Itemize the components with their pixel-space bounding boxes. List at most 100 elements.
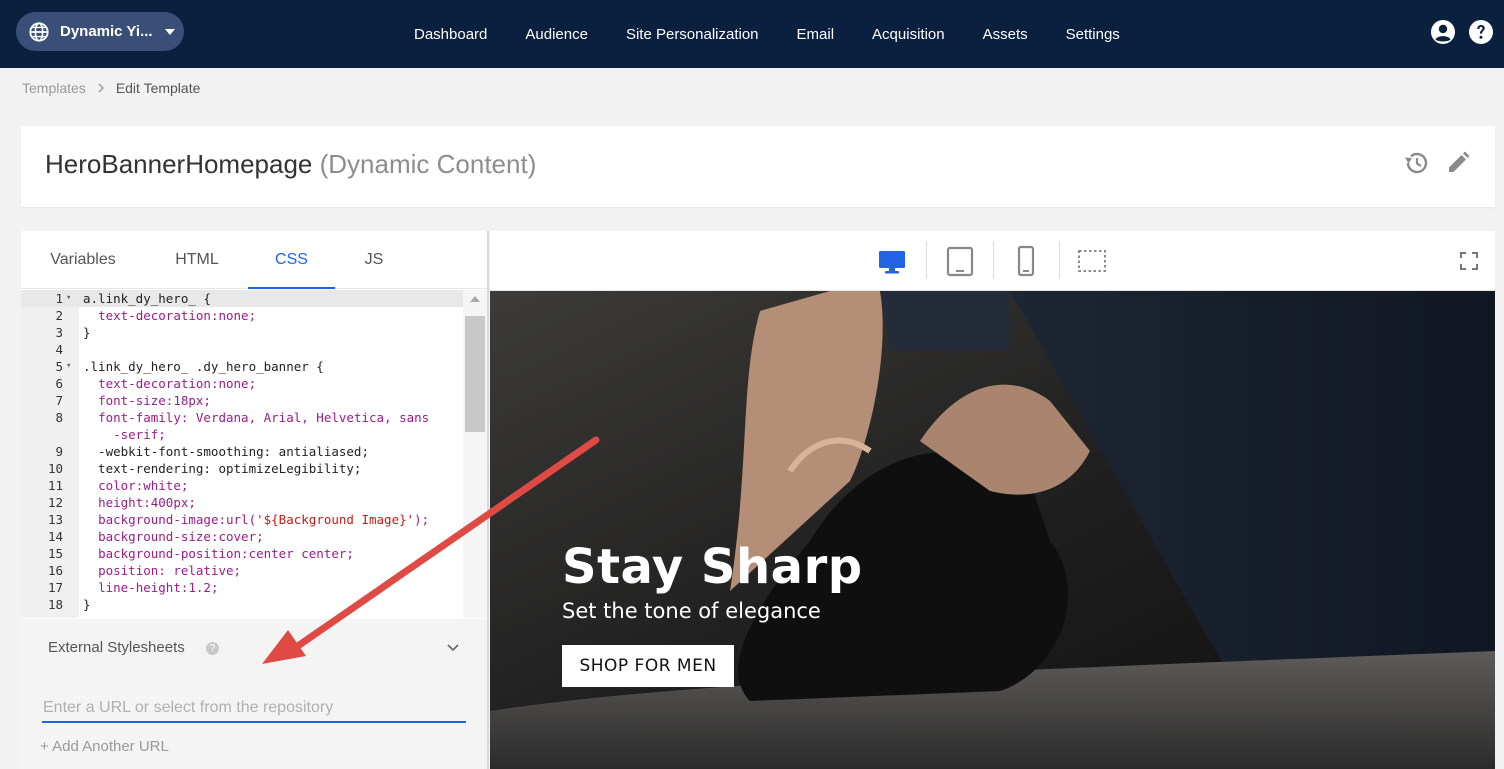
line-number: 6 (55, 376, 63, 391)
editor-scrollbar[interactable] (463, 290, 487, 618)
template-header: HeroBannerHomepage (Dynamic Content) (21, 126, 1495, 207)
code-editor-panel: Variables HTML CSS JS 1 ▾ a.link_dy_hero_ … (21, 231, 489, 769)
code-text: height:400px; (98, 495, 196, 510)
code-text: font-size:18px; (98, 393, 211, 408)
code-text: text-rendering: optimizeLegibility; (83, 461, 362, 476)
template-name: HeroBannerHomepage (45, 149, 313, 179)
template-type: (Dynamic Content) (319, 149, 537, 179)
code-text: background-position:center center; (98, 546, 354, 561)
code-line[interactable]: 11 color:white; (21, 477, 463, 494)
mobile-icon[interactable] (1010, 245, 1042, 277)
code-line[interactable]: 17 line-height:1.2; (21, 579, 463, 596)
tab-js[interactable]: JS (351, 231, 397, 289)
line-number: 4 (55, 342, 63, 357)
preview-panel: Stay Sharp Set the tone of elegance SHOP… (490, 231, 1495, 769)
fold-toggle-icon[interactable]: ▾ (66, 290, 71, 307)
external-stylesheets-section: External Stylesheets ? + Add Another URL (21, 619, 487, 769)
line-number: 14 (47, 529, 63, 544)
tab-html[interactable]: HTML (149, 231, 245, 289)
line-number: 7 (55, 393, 63, 408)
line-number: 13 (47, 512, 63, 527)
divider (926, 241, 927, 279)
history-icon[interactable] (1401, 148, 1431, 178)
code-text: color:white; (98, 478, 189, 493)
user-icon[interactable] (1430, 19, 1456, 45)
line-number: 16 (47, 563, 63, 578)
code-text: text-decoration:none; (98, 376, 257, 391)
banner-background-image (490, 291, 1495, 769)
code-line[interactable]: 8 font-family: Verdana, Arial, Helvetica… (21, 409, 463, 426)
banner-title: Stay Sharp (562, 539, 863, 595)
shop-for-men-button[interactable]: SHOP FOR MEN (562, 645, 734, 687)
code-text: position: relative; (98, 563, 242, 578)
line-number: 8 (55, 410, 63, 425)
help-icon[interactable] (1468, 19, 1494, 45)
code-line[interactable]: 7 font-size:18px; (21, 392, 463, 409)
code-line[interactable]: 1 ▾ a.link_dy_hero_ { (21, 290, 463, 307)
nav-assets[interactable]: Assets (983, 26, 1028, 43)
code-line[interactable]: 6 text-decoration:none; (21, 375, 463, 392)
site-selector[interactable]: Dynamic Yi... (16, 12, 184, 51)
breadcrumb-current: Edit Template (115, 80, 201, 96)
line-number: 1 (55, 291, 63, 306)
line-number: 18 (47, 597, 63, 612)
nav-acquisition[interactable]: Acquisition (872, 26, 945, 43)
code-text: background-image:url('${Background Image… (98, 512, 430, 527)
nav-audience[interactable]: Audience (525, 26, 588, 43)
code-line[interactable]: 5 ▾ .link_dy_hero_ .dy_hero_banner { (21, 358, 463, 375)
nav-settings[interactable]: Settings (1066, 26, 1120, 43)
add-another-url-link[interactable]: + Add Another URL (40, 738, 169, 755)
editor-tabs: Variables HTML CSS JS (21, 231, 487, 289)
code-line[interactable]: 4 (21, 341, 463, 358)
code-line[interactable]: 9 -webkit-font-smoothing: antialiased; (21, 443, 463, 460)
nav-dashboard[interactable]: Dashboard (414, 26, 487, 43)
code-line[interactable]: 16 position: relative; (21, 562, 463, 579)
line-number: 15 (47, 546, 63, 561)
code-line[interactable]: 14 background-size:cover; (21, 528, 463, 545)
code-line[interactable]: 3} (21, 324, 463, 341)
breadcrumb: Templates Edit Template (22, 80, 200, 96)
code-line[interactable]: 15 background-position:center center; (21, 545, 463, 562)
line-number: 12 (47, 495, 63, 510)
page-title: HeroBannerHomepage (Dynamic Content) (45, 149, 536, 180)
help-icon[interactable]: ? (206, 642, 219, 655)
device-toolbar (490, 231, 1495, 291)
code-text: font-family: Verdana, Arial, Helvetica, … (98, 410, 430, 425)
tab-variables[interactable]: Variables (35, 231, 131, 289)
code-line[interactable]: 18} (21, 596, 463, 613)
code-text: } (83, 325, 91, 340)
scroll-thumb[interactable] (465, 316, 485, 432)
code-text: a.link_dy_hero_ { (83, 291, 211, 306)
fullscreen-icon[interactable] (1459, 251, 1479, 271)
fold-toggle-icon[interactable]: ▾ (66, 358, 71, 375)
scroll-up-arrow[interactable] (470, 296, 480, 302)
line-number: 11 (47, 478, 63, 493)
tablet-icon[interactable] (944, 245, 976, 277)
custom-size-icon[interactable] (1076, 245, 1108, 277)
code-line[interactable]: 12 height:400px; (21, 494, 463, 511)
code-text: -serif; (83, 427, 166, 442)
line-number: 9 (55, 444, 63, 459)
external-stylesheets-label: External Stylesheets (48, 639, 185, 656)
banner-subtitle: Set the tone of elegance (562, 599, 821, 623)
breadcrumb-templates[interactable]: Templates (22, 80, 86, 96)
code-line[interactable]: -serif; (21, 426, 463, 443)
css-code-editor[interactable]: 1 ▾ a.link_dy_hero_ {2 text-decoration:non… (21, 290, 487, 618)
code-line[interactable]: 13 background-image:url('${Background Im… (21, 511, 463, 528)
code-line[interactable]: 2 text-decoration:none; (21, 307, 463, 324)
code-text: text-decoration:none; (98, 308, 257, 323)
stylesheet-url-input[interactable] (42, 681, 466, 723)
code-text: line-height:1.2; (98, 580, 219, 595)
chevron-down-icon (164, 28, 175, 35)
divider (1059, 241, 1060, 279)
code-line[interactable]: 10 text-rendering: optimizeLegibility; (21, 460, 463, 477)
code-text: -webkit-font-smoothing: antialiased; (83, 444, 369, 459)
nav-site-personalization[interactable]: Site Personalization (626, 26, 759, 43)
desktop-icon[interactable] (876, 245, 908, 277)
edit-icon[interactable] (1443, 148, 1473, 178)
chevron-down-icon[interactable] (445, 639, 461, 655)
nav-email[interactable]: Email (797, 26, 835, 43)
top-navigation-bar: Dynamic Yi... Dashboard Audience Site Pe… (0, 0, 1504, 68)
tab-css[interactable]: CSS (248, 231, 335, 289)
code-text: .link_dy_hero_ .dy_hero_banner { (83, 359, 324, 374)
